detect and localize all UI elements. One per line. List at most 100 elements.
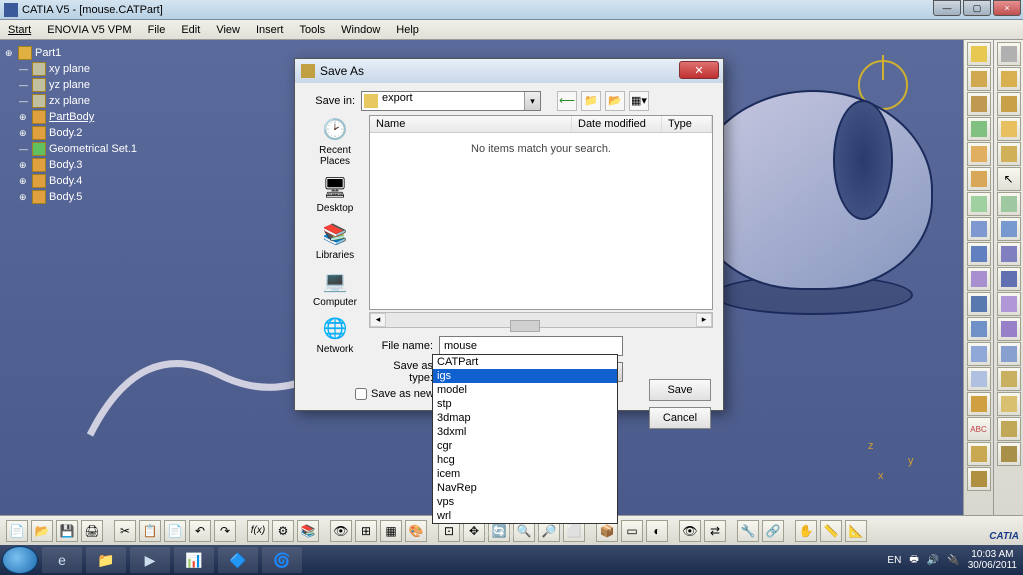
gear-icon[interactable]	[997, 42, 1021, 66]
material-icon[interactable]	[967, 467, 991, 491]
opt-navrep[interactable]: NavRep	[433, 481, 617, 495]
torus-icon[interactable]	[997, 142, 1021, 166]
cancel-button[interactable]: Cancel	[649, 407, 711, 429]
swap-icon[interactable]: ⇄	[704, 520, 726, 542]
scroll-left-icon[interactable]: ◂	[370, 313, 386, 327]
new-icon[interactable]: 📄	[6, 520, 28, 542]
tree-body3[interactable]: ⊕Body.3	[19, 157, 137, 173]
task-ie[interactable]: e	[42, 547, 82, 573]
scroll-right-icon[interactable]: ▸	[696, 313, 712, 327]
col-date[interactable]: Date modified	[572, 116, 662, 132]
task-explorer[interactable]: 📁	[86, 547, 126, 573]
tree-body5[interactable]: ⊕Body.5	[19, 189, 137, 205]
grid-icon[interactable]: ▦	[380, 520, 402, 542]
dialog-titlebar[interactable]: Save As ✕	[295, 59, 723, 83]
mirror-icon[interactable]	[967, 217, 991, 241]
task-app3[interactable]: 🌀	[262, 547, 302, 573]
pattern-icon[interactable]	[967, 242, 991, 266]
close-button[interactable]: ×	[993, 0, 1021, 16]
pocket-icon[interactable]	[967, 92, 991, 116]
tray-icon[interactable]: 🖶	[909, 552, 918, 569]
place-computer[interactable]: 💻Computer	[305, 267, 365, 308]
rotate-icon[interactable]	[967, 317, 991, 341]
measure1-icon[interactable]: 📏	[820, 520, 842, 542]
boolean-icon[interactable]	[967, 267, 991, 291]
lang-indicator[interactable]: EN	[887, 555, 901, 566]
col-name[interactable]: Name	[370, 116, 572, 132]
col-type[interactable]: Type	[662, 116, 712, 132]
redo-icon[interactable]: ↷	[214, 520, 236, 542]
tool-c-icon[interactable]	[997, 242, 1021, 266]
front-icon[interactable]: ▭	[621, 520, 643, 542]
menu-window[interactable]: Window	[333, 22, 388, 38]
save-in-combo[interactable]: export ▾	[361, 91, 541, 111]
tray-icon[interactable]: 🔊	[927, 555, 939, 566]
fillet-icon[interactable]	[967, 142, 991, 166]
chevron-down-icon[interactable]: ▾	[524, 92, 540, 110]
param-icon[interactable]: ⚙	[272, 520, 294, 542]
fx-icon[interactable]: f(x)	[247, 520, 269, 542]
copy-icon[interactable]: 📋	[139, 520, 161, 542]
task-media[interactable]: ▶	[130, 547, 170, 573]
cube-icon[interactable]	[997, 67, 1021, 91]
view-icon[interactable]: 👁	[330, 520, 352, 542]
tool-d-icon[interactable]	[997, 267, 1021, 291]
sphere-icon[interactable]	[997, 117, 1021, 141]
hide-icon[interactable]: 👁	[679, 520, 701, 542]
tool-b-icon[interactable]	[997, 217, 1021, 241]
wb-icon[interactable]: 🔧	[737, 520, 759, 542]
opt-stp[interactable]: stp	[433, 397, 617, 411]
tool-a-icon[interactable]	[997, 192, 1021, 216]
tree-body4[interactable]: ⊕Body.4	[19, 173, 137, 189]
scale-icon[interactable]	[967, 342, 991, 366]
translate-icon[interactable]	[967, 292, 991, 316]
shell-icon[interactable]	[967, 192, 991, 216]
chamfer-icon[interactable]	[967, 167, 991, 191]
menu-tools[interactable]: Tools	[291, 22, 333, 38]
task-app1[interactable]: 📊	[174, 547, 214, 573]
back-button[interactable]: ⟵	[557, 91, 577, 111]
scroll-thumb[interactable]	[510, 320, 540, 332]
tool-f-icon[interactable]	[997, 317, 1021, 341]
opt-icem[interactable]: icem	[433, 467, 617, 481]
minimize-button[interactable]: —	[933, 0, 961, 16]
sketch-icon[interactable]	[967, 42, 991, 66]
start-button[interactable]	[2, 546, 38, 574]
link-icon[interactable]: 🔗	[762, 520, 784, 542]
cut-icon[interactable]: ✂	[114, 520, 136, 542]
save-toolbar-icon[interactable]: 💾	[56, 520, 78, 542]
place-network[interactable]: 🌐Network	[305, 314, 365, 355]
tree-zx-plane[interactable]: —zx plane	[19, 93, 137, 109]
opt-catpart[interactable]: CATPart	[433, 355, 617, 369]
tree-root[interactable]: ⊕Part1	[5, 45, 137, 61]
tree-body2[interactable]: ⊕Body.2	[19, 125, 137, 141]
opt-vps[interactable]: vps	[433, 495, 617, 509]
menu-start[interactable]: Start	[0, 22, 39, 38]
horizontal-scrollbar[interactable]: ◂ ▸	[369, 312, 713, 328]
menu-edit[interactable]: Edit	[173, 22, 208, 38]
opt-igs[interactable]: igs	[433, 369, 617, 383]
measure-icon[interactable]	[967, 442, 991, 466]
hole-icon[interactable]	[967, 117, 991, 141]
tool-g-icon[interactable]	[997, 342, 1021, 366]
pad-icon[interactable]	[967, 67, 991, 91]
cylinder-icon[interactable]	[997, 92, 1021, 116]
dialog-close-button[interactable]: ✕	[679, 61, 719, 79]
place-recent[interactable]: 🕑Recent Places	[305, 115, 365, 167]
opt-3dmap[interactable]: 3dmap	[433, 411, 617, 425]
point-icon[interactable]	[967, 392, 991, 416]
opt-cgr[interactable]: cgr	[433, 439, 617, 453]
tool-e-icon[interactable]	[997, 292, 1021, 316]
cursor-icon[interactable]: ↖	[997, 167, 1021, 191]
undo-icon[interactable]: ↶	[189, 520, 211, 542]
shade-icon[interactable]: ◐	[646, 520, 668, 542]
menu-insert[interactable]: Insert	[248, 22, 292, 38]
menu-enovia[interactable]: ENOVIA V5 VPM	[39, 22, 139, 38]
plane-icon[interactable]	[967, 367, 991, 391]
hand-icon[interactable]: ✋	[795, 520, 817, 542]
opt-hcg[interactable]: hcg	[433, 453, 617, 467]
clock[interactable]: 10:03 AM 30/06/2011	[968, 549, 1017, 571]
tool-h-icon[interactable]	[997, 367, 1021, 391]
catalog-icon[interactable]: 📚	[297, 520, 319, 542]
tool-i-icon[interactable]	[997, 392, 1021, 416]
